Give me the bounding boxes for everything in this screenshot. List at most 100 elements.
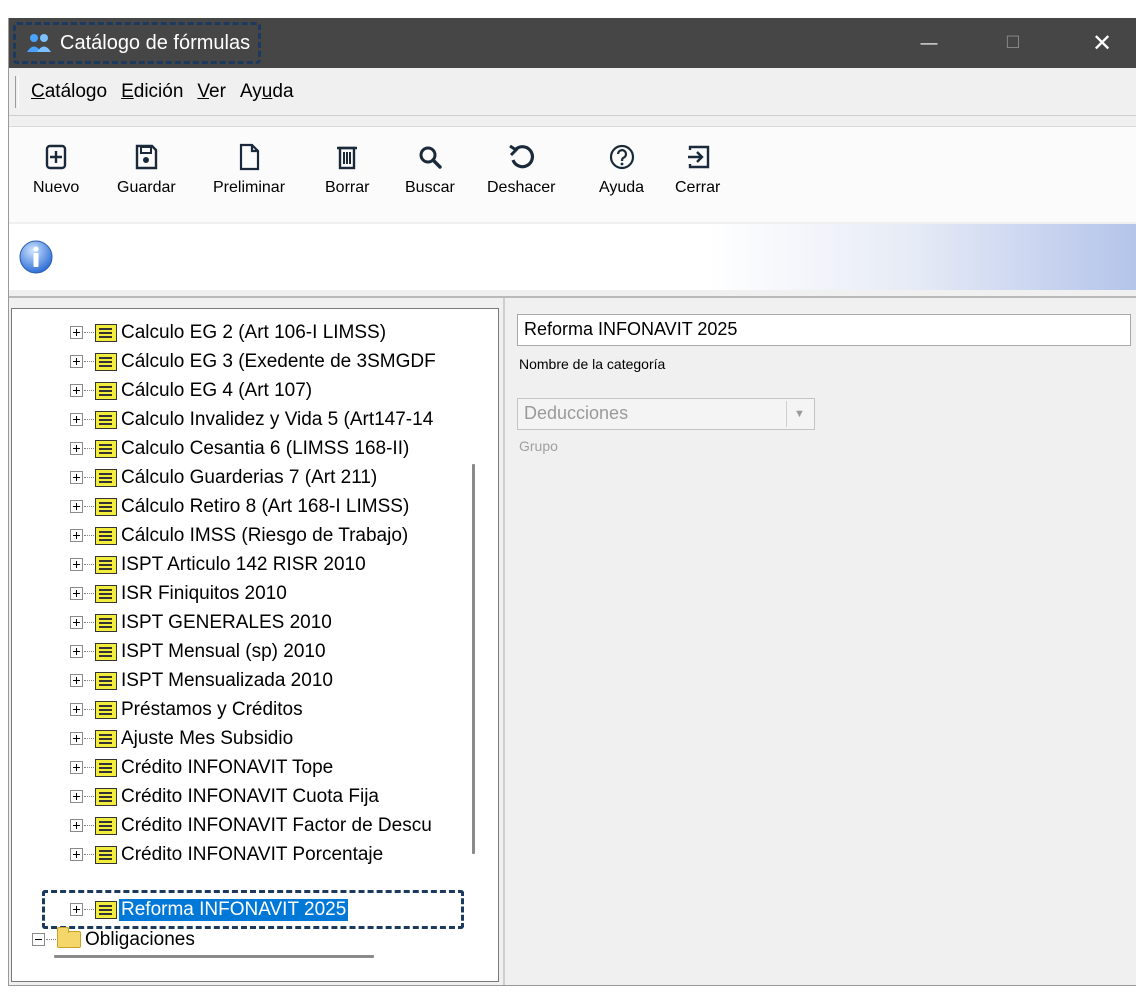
tree-item[interactable]: Ajuste Mes Subsidio <box>70 724 295 753</box>
formula-icon <box>95 642 117 661</box>
title-annotation-box: Catálogo de fórmulas <box>13 22 262 64</box>
maximize-button[interactable]: ☐ <box>978 18 1048 68</box>
chevron-down-icon[interactable]: ▼ <box>786 401 812 427</box>
menu-ver[interactable]: Ver <box>197 81 226 103</box>
preliminar-button[interactable]: Preliminar <box>213 141 285 217</box>
formula-icon <box>95 381 117 400</box>
folder-icon <box>57 927 81 948</box>
buscar-button[interactable]: Buscar <box>405 141 455 217</box>
tree-item[interactable]: Crédito INFONAVIT Porcentaje <box>70 840 385 869</box>
tree-item[interactable]: ISR Finiquitos 2010 <box>70 579 289 608</box>
tree-item[interactable]: Cálculo Guarderias 7 (Art 211) <box>70 463 379 492</box>
tree-folder-obligaciones[interactable]: Obligaciones <box>32 925 197 954</box>
info-icon <box>19 240 53 274</box>
nuevo-button[interactable]: Nuevo <box>33 141 79 217</box>
expand-icon[interactable] <box>70 384 83 397</box>
formula-icon <box>95 845 117 864</box>
formula-icon <box>95 352 117 371</box>
tree-item[interactable]: Calculo EG 2 (Art 106-I LIMSS) <box>70 318 388 347</box>
close-button[interactable]: ✕ <box>1067 18 1136 68</box>
formula-icon <box>95 671 117 690</box>
expand-icon[interactable] <box>70 471 83 484</box>
group-caption: Grupo <box>519 438 558 454</box>
expand-icon[interactable] <box>70 558 83 571</box>
expand-icon[interactable] <box>70 732 83 745</box>
tree-item[interactable]: ISPT Mensualizada 2010 <box>70 666 335 695</box>
formula-icon <box>95 729 117 748</box>
expand-icon[interactable] <box>70 848 83 861</box>
delete-icon <box>337 146 358 170</box>
expand-icon[interactable] <box>70 413 83 426</box>
formula-icon <box>95 816 117 835</box>
menu-bar: Catálogo Edición Ver Ayuda <box>9 68 1136 116</box>
expand-icon[interactable] <box>70 790 83 803</box>
expand-icon[interactable] <box>70 355 83 368</box>
expand-icon[interactable] <box>70 645 83 658</box>
menu-ayuda[interactable]: Ayuda <box>240 81 294 103</box>
expand-icon[interactable] <box>70 703 83 716</box>
tree-item[interactable]: ISPT Mensual (sp) 2010 <box>70 637 328 666</box>
undo-icon <box>509 144 535 169</box>
expand-icon[interactable] <box>70 761 83 774</box>
help-icon <box>609 144 634 170</box>
formula-icon <box>95 787 117 806</box>
formula-icon <box>95 497 117 516</box>
search-icon <box>419 146 442 169</box>
info-bar <box>9 224 1136 290</box>
formula-icon <box>95 613 117 632</box>
tree-item[interactable]: Calculo Cesantia 6 (LIMSS 168-II) <box>70 434 411 463</box>
expand-icon[interactable] <box>70 326 83 339</box>
expand-icon[interactable] <box>70 616 83 629</box>
cerrar-button[interactable]: Cerrar <box>675 141 720 217</box>
menu-edicion[interactable]: Edición <box>121 81 183 103</box>
title-bar[interactable]: Catálogo de fórmulas — ☐ ✕ <box>9 18 1136 68</box>
formula-tree[interactable]: Calculo EG 2 (Art 106-I LIMSS) Cálculo E… <box>11 308 499 982</box>
tree-item[interactable]: Préstamos y Créditos <box>70 695 305 724</box>
tree-item[interactable]: Cálculo EG 4 (Art 107) <box>70 376 314 405</box>
expand-icon[interactable] <box>70 500 83 513</box>
category-name-caption: Nombre de la categoría <box>519 356 666 372</box>
category-name-input[interactable]: Reforma INFONAVIT 2025 <box>517 314 1131 346</box>
tree-item[interactable]: Cálculo EG 3 (Exedente de 3SMGDF <box>70 347 438 376</box>
formula-icon <box>95 410 117 429</box>
tree-item[interactable]: ISPT GENERALES 2010 <box>70 608 334 637</box>
tree-item[interactable]: Crédito INFONAVIT Tope <box>70 753 335 782</box>
tree-item[interactable]: Crédito INFONAVIT Factor de Descu <box>70 811 434 840</box>
ayuda-button[interactable]: Ayuda <box>599 141 644 217</box>
tree-item[interactable]: Calculo Invalidez y Vida 5 (Art147-14 <box>70 405 435 434</box>
tree-item[interactable]: ISPT Articulo 142 RISR 2010 <box>70 550 368 579</box>
category-form: Reforma INFONAVIT 2025 Nombre de la cate… <box>503 298 1136 985</box>
expand-icon[interactable] <box>70 529 83 542</box>
tree-item[interactable]: Crédito INFONAVIT Cuota Fija <box>70 782 381 811</box>
expand-icon[interactable] <box>70 442 83 455</box>
vertical-scrollbar[interactable] <box>472 464 475 854</box>
formula-icon <box>95 758 117 777</box>
window-title: Catálogo de fórmulas <box>60 31 251 54</box>
expand-icon[interactable] <box>70 819 83 832</box>
expand-icon[interactable] <box>70 587 83 600</box>
horizontal-scrollbar[interactable] <box>54 955 374 958</box>
borrar-button[interactable]: Borrar <box>325 141 369 217</box>
preview-icon <box>239 143 260 171</box>
formula-icon <box>95 526 117 545</box>
formula-catalog-window: Catálogo de fórmulas — ☐ ✕ Catálogo Edic… <box>8 18 1136 986</box>
exit-icon <box>687 145 709 169</box>
group-select[interactable]: Deducciones ▼ <box>517 398 815 430</box>
expand-icon[interactable] <box>70 674 83 687</box>
group-select-value: Deducciones <box>524 403 629 423</box>
tree-item-selected[interactable]: Reforma INFONAVIT 2025 <box>70 895 349 924</box>
minimize-button[interactable]: — <box>894 18 964 68</box>
tree-item[interactable]: Cálculo Retiro 8 (Art 168-I LIMSS) <box>70 492 411 521</box>
toolbar: Nuevo Guardar Preliminar Borrar Buscar D… <box>9 126 1136 222</box>
menu-grip[interactable] <box>15 76 19 108</box>
tree-item[interactable]: Cálculo IMSS (Riesgo de Trabajo) <box>70 521 410 550</box>
formula-icon <box>95 468 117 487</box>
deshacer-button[interactable]: Deshacer <box>487 141 555 217</box>
formula-icon <box>95 323 117 342</box>
collapse-icon[interactable] <box>32 933 45 946</box>
formula-icon <box>95 700 117 719</box>
expand-icon[interactable] <box>70 903 83 916</box>
menu-catalogo[interactable]: Catálogo <box>31 81 107 103</box>
save-icon <box>136 144 158 170</box>
guardar-button[interactable]: Guardar <box>117 141 176 217</box>
